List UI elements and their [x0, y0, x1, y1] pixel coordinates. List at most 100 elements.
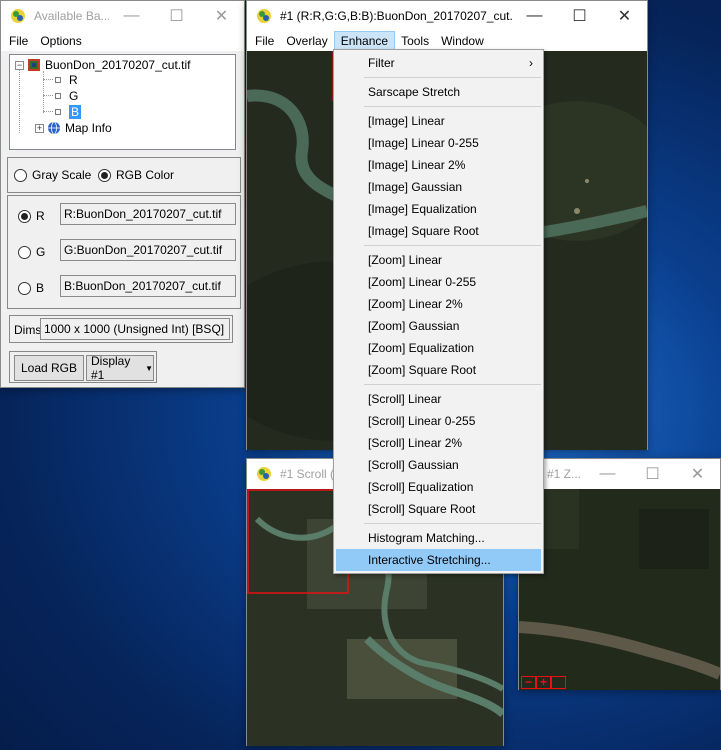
- dims-group: Dims 1000 x 1000 (Unsigned Int) [BSQ]: [9, 315, 233, 343]
- envi-app-icon: [257, 467, 271, 481]
- bands-menubar: File Options: [1, 31, 244, 51]
- channel-g-option[interactable]: G: [18, 245, 45, 259]
- menu-item-scroll-linear-2[interactable]: [Scroll] Linear 2%: [334, 432, 543, 454]
- menu-separator: [334, 520, 543, 527]
- gray-scale-option[interactable]: Gray Scale: [14, 168, 91, 182]
- band-label: G: [69, 89, 79, 103]
- maximize-icon[interactable]: ☐: [154, 1, 199, 31]
- channel-b-field[interactable]: B:BuonDon_20170207_cut.tif: [60, 275, 236, 297]
- radio-r[interactable]: [18, 209, 31, 223]
- band-label-selected: B: [69, 105, 82, 119]
- menu-tools[interactable]: Tools: [395, 31, 435, 51]
- bands-titlebar[interactable]: Available Ba... — ☐ ✕: [1, 1, 244, 31]
- tree-band-b[interactable]: B: [55, 104, 82, 120]
- minimize-icon[interactable]: —: [585, 459, 630, 489]
- display-dropdown[interactable]: Display #1 ▼: [86, 354, 154, 382]
- zoom-titlebar[interactable]: #1 Z... — ☐ ✕: [519, 459, 720, 489]
- raster-file-icon: [28, 59, 40, 71]
- channel-g-label: G: [36, 245, 46, 259]
- menu-item-image-linear-2[interactable]: [Image] Linear 2%: [334, 154, 543, 176]
- menu-item-scroll-square-root[interactable]: [Scroll] Square Root: [334, 498, 543, 520]
- menu-item-interactive-stretching[interactable]: Interactive Stretching...: [336, 549, 541, 571]
- tree-map-info[interactable]: + Map Info: [35, 120, 112, 136]
- menu-item-sarscape-stretch[interactable]: Sarscape Stretch: [334, 81, 543, 103]
- channel-b-label: B: [36, 281, 45, 295]
- menu-item-scroll-linear[interactable]: [Scroll] Linear: [334, 388, 543, 410]
- dims-label: Dims: [14, 323, 42, 337]
- band-label: R: [69, 73, 78, 87]
- channel-g-field[interactable]: G:BuonDon_20170207_cut.tif: [60, 239, 236, 261]
- menu-item-scroll-equalization[interactable]: [Scroll] Equalization: [334, 476, 543, 498]
- zoom-in-icon[interactable]: +: [536, 676, 551, 689]
- tree-file-label: BuonDon_20170207_cut.tif: [45, 58, 191, 72]
- rgb-color-option[interactable]: RGB Color: [98, 168, 174, 182]
- menu-item-scroll-gaussian[interactable]: [Scroll] Gaussian: [334, 454, 543, 476]
- load-group: Load RGB Display #1 ▼: [9, 351, 157, 383]
- maximize-icon[interactable]: ☐: [557, 1, 602, 31]
- collapse-icon[interactable]: −: [15, 60, 24, 70]
- radio-rgb[interactable]: [98, 168, 111, 182]
- menu-item-scroll-linear-0-255[interactable]: [Scroll] Linear 0-255: [334, 410, 543, 432]
- channel-r-label: R: [36, 209, 45, 223]
- maximize-icon[interactable]: ☐: [630, 459, 675, 489]
- channel-r-option[interactable]: R: [18, 209, 45, 223]
- close-icon[interactable]: ✕: [199, 1, 244, 31]
- color-mode-group: Gray Scale RGB Color: [7, 157, 241, 193]
- envi-app-icon: [257, 9, 271, 23]
- gray-scale-label: Gray Scale: [32, 168, 92, 182]
- main-titlebar[interactable]: #1 (R:R,G:G,B:B):BuonDon_20170207_cut.ti…: [247, 1, 647, 31]
- zoom-window-title: #1 Z...: [547, 467, 582, 481]
- close-icon[interactable]: ✕: [602, 1, 647, 31]
- rgb-channel-group: R R:BuonDon_20170207_cut.tif G G:BuonDon…: [7, 195, 241, 309]
- menu-item-zoom-square-root[interactable]: [Zoom] Square Root: [334, 359, 543, 381]
- zoom-canvas[interactable]: − +: [519, 489, 720, 690]
- menu-item-image-square-root[interactable]: [Image] Square Root: [334, 220, 543, 242]
- dims-field: 1000 x 1000 (Unsigned Int) [BSQ]: [40, 318, 230, 340]
- menu-separator: [334, 381, 543, 388]
- radio-g[interactable]: [18, 245, 31, 259]
- minimize-icon[interactable]: —: [512, 1, 557, 31]
- zoom-box-toggle-icon[interactable]: [551, 676, 566, 689]
- main-menubar: File Overlay Enhance Tools Window: [247, 31, 647, 51]
- menu-item-filter[interactable]: Filter ›: [334, 52, 543, 74]
- close-icon[interactable]: ✕: [675, 459, 720, 489]
- menu-window[interactable]: Window: [435, 31, 490, 51]
- menu-item-image-linear[interactable]: [Image] Linear: [334, 110, 543, 132]
- dropdown-arrow-icon: ▼: [145, 363, 153, 373]
- channel-r-field[interactable]: R:BuonDon_20170207_cut.tif: [60, 203, 236, 225]
- menu-item-image-gaussian[interactable]: [Image] Gaussian: [334, 176, 543, 198]
- zoom-image: [519, 489, 720, 690]
- menu-options[interactable]: Options: [34, 31, 87, 51]
- bands-window-title: Available Ba...: [34, 9, 109, 23]
- menu-item-zoom-equalization[interactable]: [Zoom] Equalization: [334, 337, 543, 359]
- zoom-out-icon[interactable]: −: [521, 676, 536, 689]
- radio-b[interactable]: [18, 281, 31, 295]
- menu-separator: [334, 74, 543, 81]
- menu-separator: [334, 103, 543, 110]
- band-tree: − BuonDon_20170207_cut.tif R G B + Map I…: [9, 54, 236, 150]
- menu-item-zoom-linear[interactable]: [Zoom] Linear: [334, 249, 543, 271]
- menu-item-image-linear-0-255[interactable]: [Image] Linear 0-255: [334, 132, 543, 154]
- tree-file-node[interactable]: − BuonDon_20170207_cut.tif: [15, 57, 190, 73]
- radio-gray[interactable]: [14, 168, 27, 182]
- load-rgb-button[interactable]: Load RGB: [14, 355, 84, 381]
- menu-item-zoom-gaussian[interactable]: [Zoom] Gaussian: [334, 315, 543, 337]
- menu-item-zoom-linear-0-255[interactable]: [Zoom] Linear 0-255: [334, 271, 543, 293]
- minimize-icon[interactable]: —: [109, 1, 154, 31]
- menu-enhance[interactable]: Enhance: [333, 31, 396, 51]
- tree-band-r[interactable]: R: [55, 72, 78, 88]
- menu-item-zoom-linear-2[interactable]: [Zoom] Linear 2%: [334, 293, 543, 315]
- channel-b-option[interactable]: B: [18, 281, 44, 295]
- band-square-icon: [55, 109, 61, 115]
- menu-file[interactable]: File: [3, 31, 34, 51]
- display-dropdown-label: Display #1: [91, 354, 131, 382]
- menu-overlay[interactable]: Overlay: [280, 31, 333, 51]
- tree-band-g[interactable]: G: [55, 88, 78, 104]
- submenu-arrow-icon: ›: [529, 56, 533, 70]
- menu-file[interactable]: File: [249, 31, 280, 51]
- menu-item-histogram-matching[interactable]: Histogram Matching...: [334, 527, 543, 549]
- main-window-title: #1 (R:R,G:G,B:B):BuonDon_20170207_cut.ti…: [280, 9, 512, 23]
- menu-item-label: Filter: [368, 56, 395, 70]
- menu-item-image-equalization[interactable]: [Image] Equalization: [334, 198, 543, 220]
- expand-icon[interactable]: +: [35, 123, 44, 133]
